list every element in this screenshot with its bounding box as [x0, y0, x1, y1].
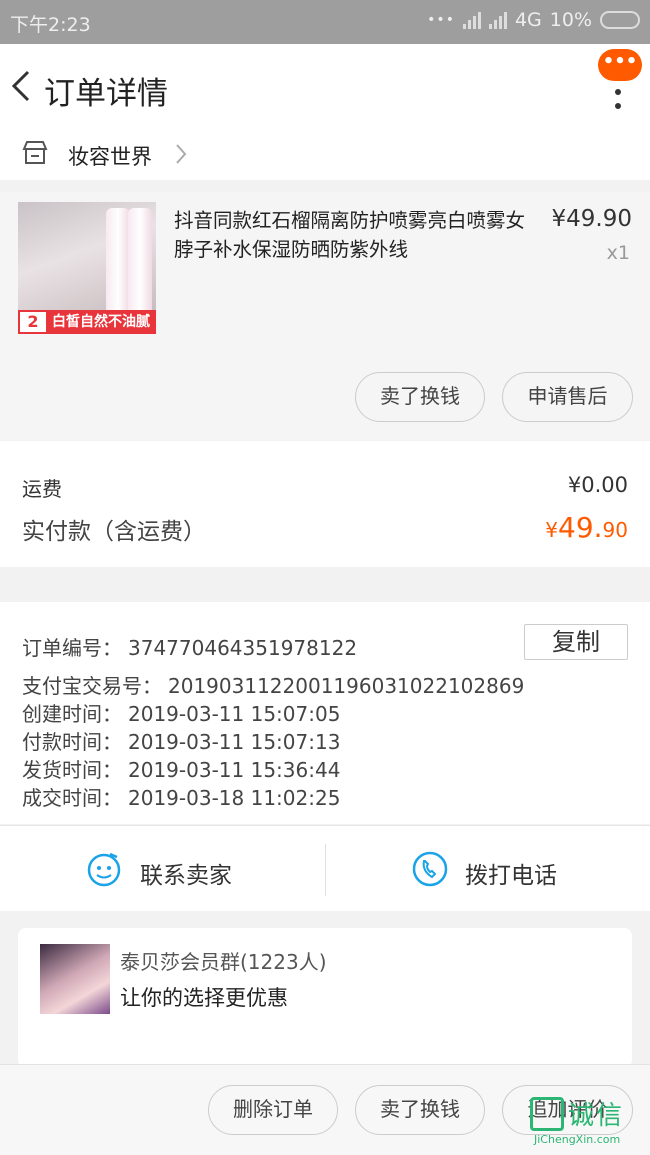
group-name: 泰贝莎会员群(1223人): [120, 950, 327, 974]
contact-seller-button[interactable]: 联系卖家: [0, 826, 325, 912]
paid-integer: 49.: [558, 511, 603, 544]
contact-bar: 联系卖家 拨打电话: [0, 825, 650, 911]
back-arrow-icon[interactable]: [8, 66, 38, 106]
completed-time-row: 成交时间： 2019-03-18 11:02:25: [22, 782, 340, 811]
created-time-row: 创建时间： 2019-03-11 15:07:05: [22, 698, 340, 727]
alipay-trade-number: 2019031122001196031022102869: [168, 674, 525, 698]
promo-slogan: 让你的选择更优惠: [120, 986, 288, 1010]
paid-label: 实付款（含运费）: [22, 519, 206, 545]
product-price: ¥49.90: [551, 206, 632, 232]
chevron-right-icon: [176, 144, 187, 164]
call-button[interactable]: 拨打电话: [325, 826, 650, 912]
watermark-cn: 诚信: [568, 1101, 625, 1131]
shipping-value: ¥0.00: [567, 473, 628, 497]
info-label: 成交时间：: [22, 786, 122, 810]
page-title: 订单详情: [44, 76, 168, 112]
bottle-shape: [106, 208, 130, 318]
info-label: 创建时间：: [22, 702, 122, 726]
fee-summary: 运费 ¥0.00 实付款（含运费） ¥49.90: [0, 441, 650, 567]
watermark-en: JiChengXin.com: [534, 1133, 621, 1146]
info-label: 支付宝交易号：: [22, 674, 162, 698]
paid-time: 2019-03-11 15:07:13: [128, 730, 341, 754]
dots-icon: •••: [427, 12, 455, 28]
shipping-label: 运费: [22, 477, 62, 501]
network-type: 4G: [514, 9, 542, 31]
paid-decimal: 90: [602, 518, 628, 542]
copy-button[interactable]: 复制: [524, 624, 628, 660]
order-number: 374770464351978122: [128, 636, 358, 660]
shipped-time: 2019-03-11 15:36:44: [128, 758, 341, 782]
status-bar: 下午2:23 ••• 4G 10%: [0, 0, 650, 44]
order-number-row: 订单编号： 374770464351978122: [22, 632, 357, 661]
nav-bar: 订单详情 •••: [0, 44, 650, 130]
info-label: 付款时间：: [22, 730, 122, 754]
paid-currency: ¥: [545, 518, 559, 542]
signal-icon: [462, 11, 481, 29]
alipay-trade-row: 支付宝交易号： 2019031122001196031022102869: [22, 670, 524, 699]
product-title[interactable]: 抖音同款红石榴隔离防护喷雾亮白喷雾女脖子补水保湿防晒防紫外线: [174, 206, 530, 264]
product-quantity: x1: [606, 242, 630, 264]
shop-header[interactable]: 妆容世界: [0, 130, 650, 180]
bottle-shape: [128, 208, 152, 318]
call-label: 拨打电话: [465, 863, 557, 889]
avatar[interactable]: [40, 944, 110, 1014]
paid-amount: ¥49.90: [545, 511, 628, 544]
watermark: 诚信 JiChengXin.com: [530, 1095, 648, 1151]
info-label: 发货时间：: [22, 758, 122, 782]
completed-time: 2019-03-18 11:02:25: [128, 786, 341, 810]
sell-to-earn-button[interactable]: 卖了换钱: [355, 1085, 485, 1135]
watermark-logo-icon: [530, 1097, 564, 1131]
shop-name[interactable]: 妆容世界: [68, 141, 152, 171]
contact-seller-label: 联系卖家: [140, 863, 232, 889]
order-info: 订单编号： 374770464351978122 复制 支付宝交易号： 201903…: [0, 602, 650, 824]
shipped-time-row: 发货时间： 2019-03-11 15:36:44: [22, 754, 340, 783]
request-after-sale-button[interactable]: 申请售后: [502, 372, 633, 422]
delete-order-button[interactable]: 删除订单: [208, 1085, 338, 1135]
image-tag-number: 2: [20, 312, 46, 332]
product-image[interactable]: 白皙自然不油腻 2: [18, 202, 156, 334]
message-badge[interactable]: •••: [598, 49, 642, 81]
signal-icon: [488, 11, 507, 29]
store-icon: [22, 141, 48, 164]
paid-time-row: 付款时间： 2019-03-11 15:07:13: [22, 726, 340, 755]
sell-to-earn-button[interactable]: 卖了换钱: [355, 372, 485, 422]
status-indicators: ••• 4G 10%: [427, 9, 640, 31]
created-time: 2019-03-11 15:07:05: [128, 702, 341, 726]
battery-icon: [600, 11, 640, 29]
product-card[interactable]: 白皙自然不油腻 2 抖音同款红石榴隔离防护喷雾亮白喷雾女脖子补水保湿防晒防紫外线…: [0, 192, 650, 440]
phone-icon: [412, 851, 448, 887]
status-time: 下午2:23: [10, 14, 91, 36]
member-group-card[interactable]: 泰贝莎会员群(1223人) 让你的选择更优惠: [18, 928, 632, 1068]
battery-percent: 10%: [549, 9, 592, 31]
chat-face-icon: [87, 852, 121, 887]
info-label: 订单编号：: [22, 636, 122, 660]
